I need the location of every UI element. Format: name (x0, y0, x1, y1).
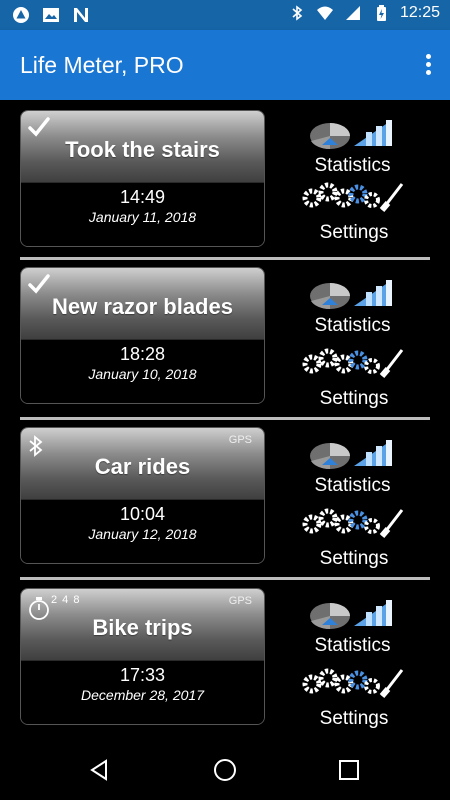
timer-intervals: 2 4 8 (51, 594, 81, 606)
settings-button[interactable]: Settings (298, 504, 410, 574)
statistics-button[interactable]: Statistics (300, 432, 405, 496)
settings-gears-icon (302, 508, 404, 538)
meter-title: Car rides (94, 454, 191, 479)
meter-title: Bike trips (92, 615, 193, 640)
status-right-icons: 12:25 (288, 4, 440, 22)
wifi-icon (316, 6, 333, 20)
settings-button[interactable]: Settings (298, 178, 410, 248)
settings-label: Settings (319, 548, 389, 569)
meter-card[interactable]: New razor blades 18:28 January 10, 2018 (20, 267, 265, 404)
settings-label: Settings (319, 388, 389, 409)
meter-card-body: 14:49 January 11, 2018 (21, 183, 264, 246)
statistics-label: Statistics (314, 155, 391, 176)
meter-date: December 28, 2017 (81, 687, 204, 703)
meter-time: 17:33 (119, 665, 166, 685)
settings-gears-icon (302, 348, 404, 378)
meter-time: 10:04 (119, 504, 166, 524)
meter-row: New razor blades 18:28 January 10, 2018 … (0, 260, 450, 420)
statistics-button[interactable]: Statistics (300, 272, 405, 336)
meter-card[interactable]: GPS Car rides 10:04 January 12, 2018 (20, 427, 265, 564)
bluetooth-icon (292, 5, 303, 21)
settings-label: Settings (319, 708, 389, 729)
statistics-icon (310, 600, 392, 630)
recent-apps-icon[interactable] (339, 760, 359, 780)
battery-charging-icon (376, 5, 386, 21)
n-logo-icon (74, 8, 88, 22)
checkmark-icon (28, 274, 50, 294)
meter-time: 18:28 (119, 344, 166, 364)
meter-card-body: 17:33 December 28, 2017 (21, 661, 264, 724)
status-left-icons (12, 6, 90, 24)
status-time: 12:25 (399, 4, 440, 21)
statistics-label: Statistics (314, 635, 391, 656)
meter-row: GPS Car rides 10:04 January 12, 2018 Sta… (0, 420, 450, 580)
meter-date: January 12, 2018 (88, 526, 197, 542)
settings-button[interactable]: Settings (298, 344, 410, 414)
statistics-label: Statistics (314, 315, 391, 336)
settings-label: Settings (319, 222, 389, 243)
alert-triangle-icon (13, 7, 29, 23)
statistics-label: Statistics (314, 475, 391, 496)
statistics-button[interactable]: Statistics (300, 592, 405, 656)
meter-date: January 10, 2018 (88, 366, 197, 382)
settings-gears-icon (302, 182, 404, 212)
meter-card[interactable]: 2 4 8 GPS Bike trips 17:33 December 28, … (20, 588, 265, 725)
statistics-icon (310, 280, 392, 310)
meter-card-header: GPS Car rides (21, 428, 264, 500)
meter-card-header: 2 4 8 GPS Bike trips (21, 589, 264, 661)
navigation-bar (0, 740, 450, 800)
meter-time: 14:49 (119, 187, 166, 207)
gps-label: GPS (228, 595, 252, 607)
signal-icon (345, 6, 360, 20)
app-title: Life Meter, PRO (20, 52, 184, 78)
settings-gears-icon (302, 668, 404, 698)
meter-date: January 11, 2018 (88, 209, 197, 225)
settings-button[interactable]: Settings (298, 664, 410, 734)
status-bar: 12:25 (0, 0, 450, 30)
meter-card-body: 10:04 January 12, 2018 (21, 500, 264, 563)
checkmark-icon (28, 117, 50, 137)
statistics-button[interactable]: Statistics (300, 112, 405, 176)
image-icon (43, 8, 59, 22)
back-icon[interactable] (88, 758, 110, 782)
meter-row: 2 4 8 GPS Bike trips 17:33 December 28, … (0, 580, 450, 740)
app-bar: Life Meter, PRO (0, 30, 450, 100)
meter-card-header: Took the stairs (21, 111, 264, 183)
gps-label: GPS (228, 434, 252, 446)
overflow-menu-icon[interactable] (420, 52, 436, 80)
meter-card[interactable]: Took the stairs 14:49 January 11, 2018 (20, 110, 265, 247)
statistics-icon (310, 440, 392, 470)
meter-card-body: 18:28 January 10, 2018 (21, 340, 264, 403)
meter-title: Took the stairs (65, 137, 220, 162)
statistics-icon (310, 120, 392, 150)
meter-title: New razor blades (52, 294, 233, 319)
home-icon[interactable] (213, 758, 237, 782)
meter-card-header: New razor blades (21, 268, 264, 340)
meter-row: Took the stairs 14:49 January 11, 2018 S… (0, 100, 450, 260)
